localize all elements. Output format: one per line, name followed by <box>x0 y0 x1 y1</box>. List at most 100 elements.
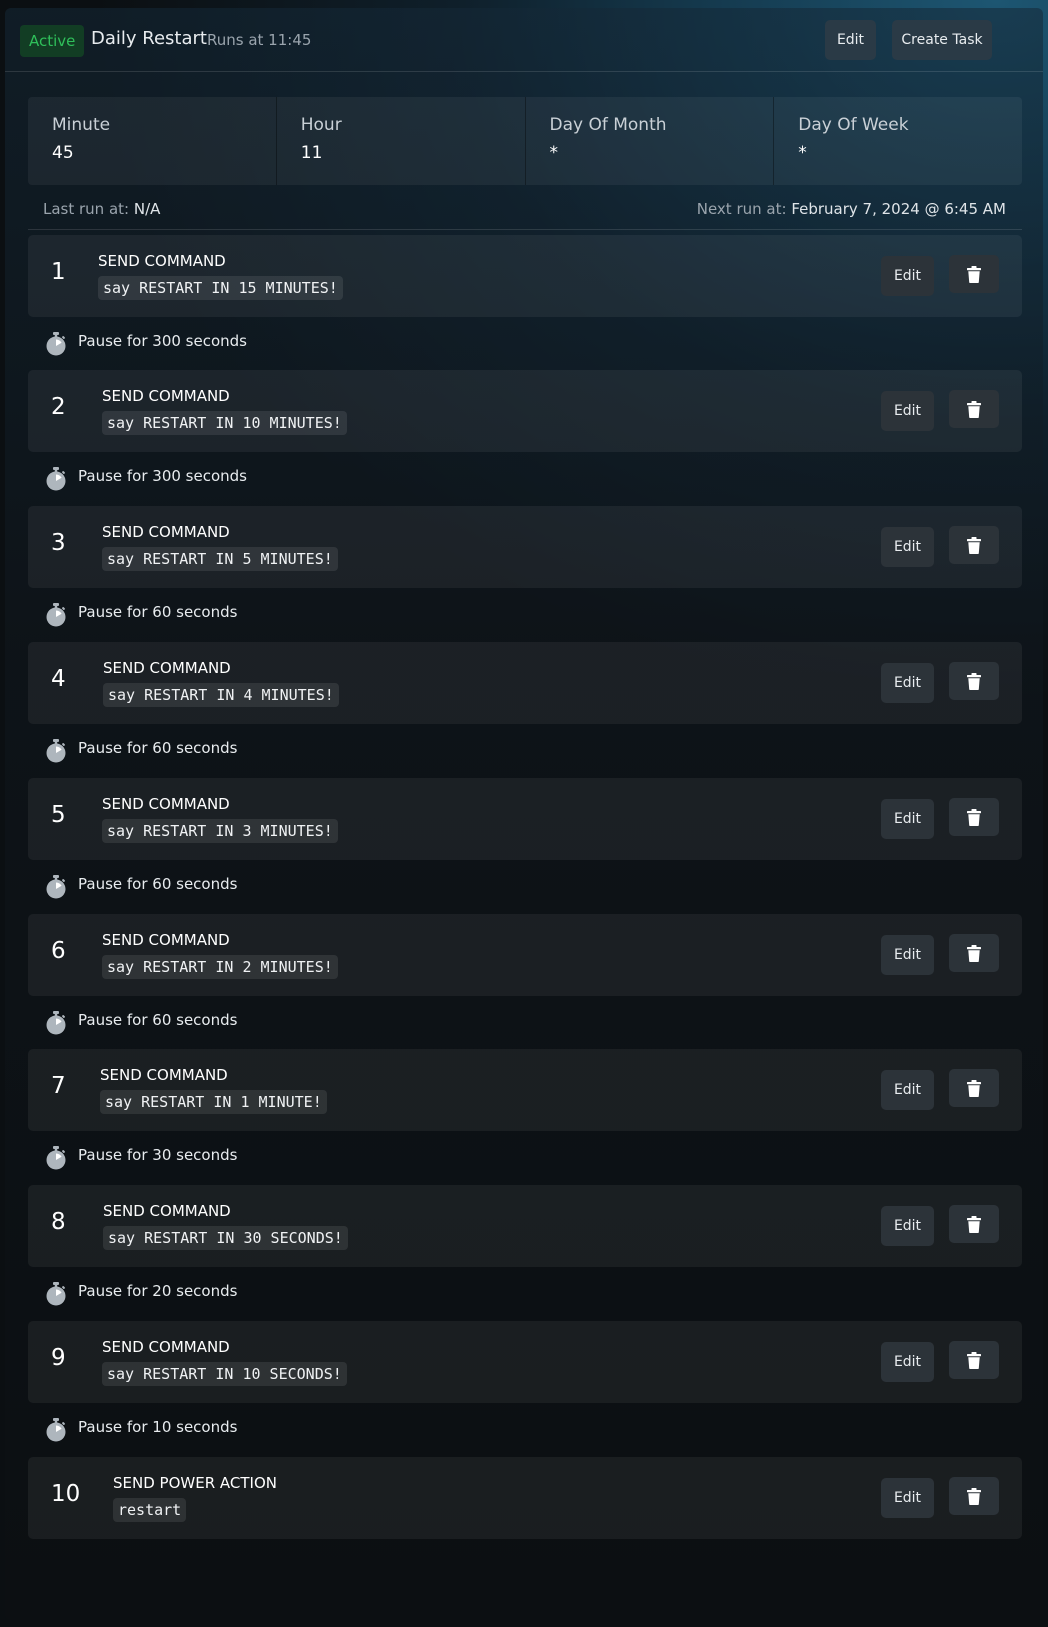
trash-icon <box>967 1487 981 1505</box>
cron-day-of-month-label: Day Of Month <box>549 115 667 135</box>
trash-icon <box>967 672 981 690</box>
trash-icon <box>967 1215 981 1233</box>
last-run: Last run at: N/A <box>43 188 160 230</box>
trash-icon <box>967 265 981 283</box>
cron-hour: Hour 11 <box>277 97 526 185</box>
step-number: 4 <box>51 666 66 692</box>
step-number: 8 <box>51 1209 66 1235</box>
edit-step-button[interactable]: Edit <box>881 799 934 839</box>
edit-step-button[interactable]: Edit <box>881 391 934 431</box>
trash-icon <box>967 536 981 554</box>
edit-schedule-button[interactable]: Edit <box>825 20 876 60</box>
step-command: say RESTART IN 4 MINUTES! <box>103 683 339 707</box>
cron-day-of-week-label: Day Of Week <box>798 115 909 135</box>
step-action-type: SEND COMMAND <box>102 1338 230 1356</box>
task-step: 10 SEND POWER ACTION restart Edit <box>28 1457 1022 1539</box>
task-step: 8 SEND COMMAND say RESTART IN 30 SECONDS! E… <box>28 1185 1022 1267</box>
pause-row: Pause for 60 seconds <box>45 870 445 900</box>
pause-row: Pause for 300 seconds <box>45 462 445 492</box>
step-action-type: SEND COMMAND <box>102 387 230 405</box>
schedule-panel: Active Daily Restart Runs at 11:45 Edit … <box>5 8 1043 1620</box>
step-action-type: SEND COMMAND <box>102 795 230 813</box>
task-step: 2 SEND COMMAND say RESTART IN 10 MINUTES! E… <box>28 370 1022 452</box>
next-run-label: Next run at: <box>696 200 787 218</box>
step-number: 10 <box>51 1481 81 1507</box>
delete-step-button[interactable] <box>949 1205 999 1243</box>
step-command: say RESTART IN 5 MINUTES! <box>102 547 338 571</box>
step-action-type: SEND POWER ACTION <box>113 1474 277 1492</box>
pause-duration: Pause for 30 seconds <box>78 1146 238 1164</box>
step-number: 1 <box>51 259 66 285</box>
delete-step-button[interactable] <box>949 662 999 700</box>
edit-step-button[interactable]: Edit <box>881 527 934 567</box>
task-step: 7 SEND COMMAND say RESTART IN 1 MINUTE! Edi… <box>28 1049 1022 1131</box>
task-step: 9 SEND COMMAND say RESTART IN 10 SECONDS! E… <box>28 1321 1022 1403</box>
step-command: say RESTART IN 1 MINUTE! <box>100 1090 327 1114</box>
edit-step-button[interactable]: Edit <box>881 1070 934 1110</box>
step-action-type: SEND COMMAND <box>100 1066 228 1084</box>
trash-icon <box>967 1079 981 1097</box>
pause-row: Pause for 60 seconds <box>45 1006 445 1036</box>
delete-step-button[interactable] <box>949 255 999 293</box>
delete-step-button[interactable] <box>949 1477 999 1515</box>
step-command: say RESTART IN 30 SECONDS! <box>103 1226 348 1250</box>
run-time-subtitle: Runs at 11:45 <box>207 31 312 49</box>
edit-step-button[interactable]: Edit <box>881 663 934 703</box>
delete-step-button[interactable] <box>949 390 999 428</box>
run-info: Last run at: N/A Next run at: February 7… <box>28 188 1022 230</box>
pause-row: Pause for 60 seconds <box>45 734 445 764</box>
trash-icon <box>967 400 981 418</box>
step-command: restart <box>113 1498 187 1522</box>
cron-hour-label: Hour <box>300 115 342 135</box>
pause-duration: Pause for 60 seconds <box>78 875 238 893</box>
task-step: 6 SEND COMMAND say RESTART IN 2 MINUTES! Ed… <box>28 914 1022 996</box>
trash-icon <box>967 1351 981 1369</box>
cron-hour-value: 11 <box>300 143 323 163</box>
delete-step-button[interactable] <box>949 798 999 836</box>
pause-row: Pause for 300 seconds <box>45 327 445 357</box>
step-number: 2 <box>51 394 66 420</box>
edit-step-button[interactable]: Edit <box>881 256 934 296</box>
cron-minute-label: Minute <box>52 115 111 135</box>
pause-row: Pause for 10 seconds <box>45 1413 445 1443</box>
step-action-type: SEND COMMAND <box>103 1202 231 1220</box>
create-task-button[interactable]: Create Task <box>892 20 992 60</box>
step-action-type: SEND COMMAND <box>102 931 230 949</box>
step-command: say RESTART IN 15 MINUTES! <box>98 276 343 300</box>
delete-step-button[interactable] <box>949 1069 999 1107</box>
edit-step-button[interactable]: Edit <box>881 1206 934 1246</box>
next-run-value: February 7, 2024 @ 6:45 AM <box>791 200 1006 218</box>
pause-duration: Pause for 20 seconds <box>78 1282 238 1300</box>
trash-icon <box>967 944 981 962</box>
delete-step-button[interactable] <box>949 1341 999 1379</box>
pause-row: Pause for 30 seconds <box>45 1141 445 1171</box>
task-step: 4 SEND COMMAND say RESTART IN 4 MINUTES! Ed… <box>28 642 1022 724</box>
step-number: 6 <box>51 938 66 964</box>
step-action-type: SEND COMMAND <box>102 523 230 541</box>
pause-duration: Pause for 10 seconds <box>78 1418 238 1436</box>
last-run-label: Last run at: <box>43 200 130 218</box>
pause-duration: Pause for 300 seconds <box>78 467 247 485</box>
task-step: 5 SEND COMMAND say RESTART IN 3 MINUTES! Ed… <box>28 778 1022 860</box>
edit-step-button[interactable]: Edit <box>881 1478 934 1518</box>
schedule-header: Active Daily Restart Runs at 11:45 Edit … <box>5 8 1043 72</box>
last-run-value: N/A <box>133 200 161 218</box>
pause-duration: Pause for 300 seconds <box>78 332 247 350</box>
step-number: 3 <box>51 530 66 556</box>
trash-icon <box>967 808 981 826</box>
pause-duration: Pause for 60 seconds <box>78 1011 238 1029</box>
cron-day-of-month: Day Of Month * <box>526 97 775 185</box>
delete-step-button[interactable] <box>949 934 999 972</box>
step-number: 5 <box>51 802 66 828</box>
cron-day-of-month-value: * <box>549 143 559 163</box>
cron-day-of-week-value: * <box>798 143 807 163</box>
edit-step-button[interactable]: Edit <box>881 935 934 975</box>
status-badge: Active <box>20 25 85 57</box>
next-run: Next run at: February 7, 2024 @ 6:45 AM <box>697 188 1006 230</box>
cron-summary: Minute 45 Hour 11 Day Of Month * Day Of … <box>28 97 1022 185</box>
edit-step-button[interactable]: Edit <box>881 1342 934 1382</box>
cron-minute: Minute 45 <box>28 97 277 185</box>
step-number: 9 <box>51 1345 66 1371</box>
cron-minute-value: 45 <box>52 143 74 163</box>
delete-step-button[interactable] <box>949 526 999 564</box>
